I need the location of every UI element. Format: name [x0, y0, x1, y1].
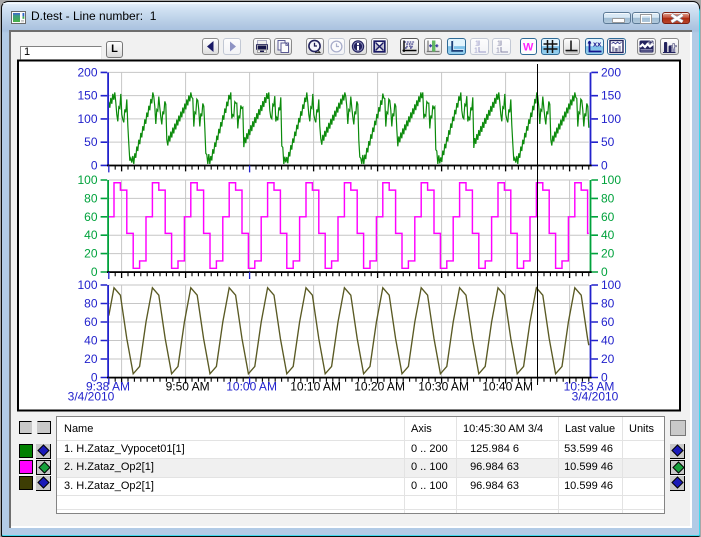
svg-text:150: 150: [77, 89, 97, 103]
svg-text:10:00 AM: 10:00 AM: [226, 380, 277, 394]
svg-text:3/4/2010: 3/4/2010: [572, 390, 619, 404]
svg-text:10:30 AM: 10:30 AM: [418, 380, 469, 394]
svg-text:20: 20: [601, 247, 615, 261]
svg-text:100: 100: [77, 173, 97, 187]
svg-text:200: 200: [77, 65, 97, 79]
svg-text:20: 20: [84, 247, 98, 261]
svg-text:10:40 AM: 10:40 AM: [482, 380, 533, 394]
svg-text:100: 100: [601, 173, 621, 187]
svg-text:100: 100: [77, 112, 97, 126]
svg-text:0: 0: [601, 265, 608, 279]
svg-text:80: 80: [601, 191, 615, 205]
svg-text:80: 80: [84, 297, 98, 311]
svg-text:40: 40: [84, 334, 98, 348]
svg-text:50: 50: [601, 135, 615, 149]
svg-text:3/4/2010: 3/4/2010: [68, 390, 115, 404]
svg-text:0: 0: [91, 158, 98, 172]
svg-text:40: 40: [601, 228, 615, 242]
svg-text:80: 80: [601, 297, 615, 311]
svg-text:60: 60: [601, 315, 615, 329]
svg-text:0: 0: [91, 265, 98, 279]
svg-text:60: 60: [601, 210, 615, 224]
svg-text:100: 100: [601, 112, 621, 126]
svg-text:20: 20: [84, 352, 98, 366]
svg-text:9:50 AM: 9:50 AM: [166, 380, 210, 394]
svg-text:40: 40: [601, 334, 615, 348]
svg-text:10:20 AM: 10:20 AM: [354, 380, 405, 394]
svg-text:200: 200: [601, 65, 621, 79]
svg-text:100: 100: [601, 278, 621, 292]
svg-text:50: 50: [84, 135, 98, 149]
svg-text:60: 60: [84, 210, 98, 224]
svg-text:150: 150: [601, 89, 621, 103]
svg-text:100: 100: [77, 278, 97, 292]
svg-text:80: 80: [84, 191, 98, 205]
svg-text:10:10 AM: 10:10 AM: [290, 380, 341, 394]
svg-text:20: 20: [601, 352, 615, 366]
svg-text:40: 40: [84, 228, 98, 242]
svg-text:60: 60: [84, 315, 98, 329]
svg-text:0: 0: [601, 158, 608, 172]
